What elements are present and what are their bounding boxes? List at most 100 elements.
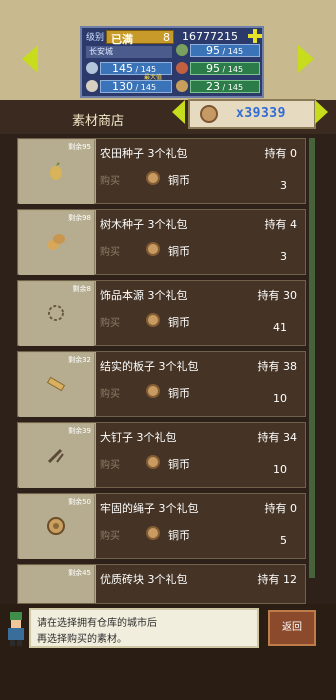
seed-icon	[50, 162, 62, 180]
copper-coin-icon	[200, 105, 218, 123]
tree-icon	[176, 44, 188, 56]
scrollbar[interactable]	[309, 138, 315, 578]
stat-0-max: 145	[227, 47, 244, 56]
item-remain: 剩余8	[72, 285, 91, 293]
shop-item-3[interactable]: 剩余32 结实的板子 3个礼包 持有 38 购买 铜币 10	[17, 351, 306, 417]
currency-label: 铜币	[168, 529, 190, 542]
copper-coin-icon	[146, 242, 160, 256]
shop-item-1[interactable]: 剩余98 树木种子 3个礼包 持有 4 购买 铜币 3	[17, 209, 306, 275]
item-price: 10	[273, 392, 287, 405]
stat-2: 95 / 145	[206, 62, 244, 75]
item-remain: 剩余98	[68, 214, 91, 222]
advisor-avatar	[8, 612, 24, 646]
item-thumb: 剩余32	[19, 353, 95, 417]
level-status: 已满	[111, 33, 133, 46]
item-info: 牢固的绳子 3个礼包 持有 0 购买 铜币 5	[96, 494, 305, 558]
stat-4-max: 145	[227, 83, 244, 92]
item-name: 树木种子 3个礼包	[100, 218, 188, 231]
hint-line-1: 请在选择拥有仓库的城市后	[37, 618, 157, 629]
item-remain: 剩余32	[68, 356, 91, 364]
copper-coin-icon	[146, 313, 160, 327]
speed-icon	[86, 62, 98, 74]
stock-display: x39339	[188, 99, 316, 129]
next-material-arrow-icon[interactable]	[315, 100, 328, 124]
shop-item-6[interactable]: 剩余45 优质砖块 3个礼包 持有 12	[17, 564, 306, 604]
hint-dialog: 请在选择拥有仓库的城市后 再选择购买的素材。	[29, 608, 259, 648]
prev-arrow-icon[interactable]	[22, 45, 38, 73]
item-thumb: 剩余45	[19, 566, 95, 603]
item-info: 农田种子 3个礼包 持有 0 购买 铜币 3	[96, 139, 305, 203]
item-thumb: 剩余98	[19, 211, 95, 275]
currency-label: 铜币	[168, 174, 190, 187]
item-name: 农田种子 3个礼包	[100, 147, 188, 160]
item-owned: 持有 12	[257, 573, 298, 586]
item-info: 树木种子 3个礼包 持有 4 购买 铜币 3	[96, 210, 305, 274]
stat-3-max: 145	[140, 83, 157, 92]
buy-button[interactable]: 购买	[100, 385, 120, 400]
copper-coin-icon	[146, 455, 160, 469]
buy-button[interactable]: 购买	[100, 314, 120, 329]
back-button[interactable]: 返回	[268, 610, 316, 646]
currency-label: 铜币	[168, 245, 190, 258]
currency-label: 铜币	[168, 458, 190, 471]
item-name: 牢固的绳子 3个礼包	[100, 502, 199, 515]
stat-4-value: 23	[206, 80, 220, 93]
buy-button[interactable]: 购买	[100, 172, 120, 187]
stat-3-value: 130	[112, 80, 133, 93]
shop-item-2[interactable]: 剩余8 饰品本源 3个礼包 持有 30 购买 铜币 41	[17, 280, 306, 346]
stock-count: x39339	[236, 106, 286, 121]
currency-label: 铜币	[168, 387, 190, 400]
item-info: 大钉子 3个礼包 持有 34 购买 铜币 10	[96, 423, 305, 487]
level-label: 级别	[86, 33, 105, 43]
farm-icon	[176, 62, 188, 74]
item-info: 结实的板子 3个礼包 持有 38 购买 铜币 10	[96, 352, 305, 416]
item-name: 饰品本源 3个礼包	[100, 289, 188, 302]
prev-material-arrow-icon[interactable]	[172, 100, 185, 124]
copper-coin-icon	[146, 384, 160, 398]
item-price: 41	[273, 321, 287, 334]
item-remain: 剩余95	[68, 143, 91, 151]
item-price: 3	[280, 250, 287, 263]
add-money-icon[interactable]	[248, 29, 262, 43]
ornament-icon	[48, 305, 64, 321]
wood-seed-icon	[47, 234, 65, 250]
shop-item-0[interactable]: 剩余95 农田种子 3个礼包 持有 0 购买 铜币 3	[17, 138, 306, 204]
stat-4: 23 / 145	[206, 80, 244, 93]
stat-2-max: 145	[227, 65, 244, 74]
item-price: 3	[280, 179, 287, 192]
item-thumb: 剩余39	[19, 424, 95, 488]
item-remain: 剩余50	[68, 498, 91, 506]
next-arrow-icon[interactable]	[298, 45, 314, 73]
item-remain: 剩余39	[68, 427, 91, 435]
buy-button[interactable]: 购买	[100, 243, 120, 258]
material-icon	[176, 80, 188, 92]
item-info: 优质砖块 3个礼包 持有 12	[96, 565, 305, 603]
item-thumb: 剩余8	[19, 282, 95, 346]
buy-button[interactable]: 购买	[100, 527, 120, 542]
stat-0-value: 95	[206, 44, 220, 57]
status-panel: 级别 已满 8 16777215 长安城 145 / 145 最大值 130 /…	[80, 26, 264, 98]
item-thumb: 剩余95	[19, 140, 95, 204]
item-price: 10	[273, 463, 287, 476]
item-owned: 持有 38	[257, 360, 298, 373]
board-icon	[46, 376, 66, 392]
money-value: 16777215	[182, 30, 238, 43]
item-info: 饰品本源 3个礼包 持有 30 购买 铜币 41	[96, 281, 305, 345]
stat-1-value: 145	[112, 62, 133, 75]
page-title: 素材商店	[72, 114, 125, 129]
item-name: 结实的板子 3个礼包	[100, 360, 199, 373]
currency-label: 铜币	[168, 316, 190, 329]
shop-item-4[interactable]: 剩余39 大钉子 3个礼包 持有 34 购买 铜币 10	[17, 422, 306, 488]
rope-icon	[47, 517, 65, 535]
copper-coin-icon	[146, 171, 160, 185]
shop-item-5[interactable]: 剩余50 牢固的绳子 3个礼包 持有 0 购买 铜币 5	[17, 493, 306, 559]
item-owned: 持有 0	[264, 502, 298, 515]
copper-coin-icon	[146, 526, 160, 540]
buy-button[interactable]: 购买	[100, 456, 120, 471]
stamina-icon	[86, 80, 98, 92]
item-remain: 剩余45	[68, 569, 91, 577]
stat-3: 130 / 145	[112, 80, 157, 93]
item-owned: 持有 4	[264, 218, 298, 231]
city-name: 长安城	[86, 46, 172, 58]
stat-2-value: 95	[206, 62, 220, 75]
